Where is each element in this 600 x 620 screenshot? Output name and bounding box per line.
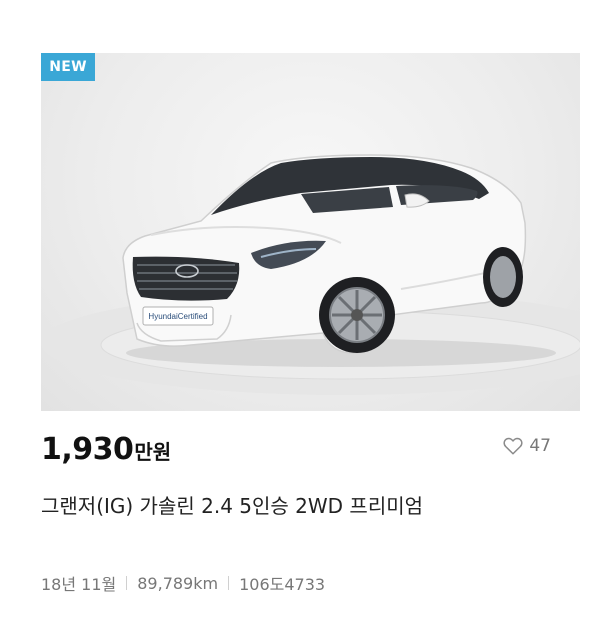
like-count: 47 [529,436,551,456]
price: 1,930 만원 [41,432,171,476]
car-listing-card[interactable]: HyundaiCertified NEW 1,930 만원 47 그랜저(IG)… [0,0,600,620]
car-photo[interactable]: HyundaiCertified [41,53,580,411]
car-title[interactable]: 그랜저(IG) 가솔린 2.4 5인승 2WD 프리미엄 [41,490,423,519]
price-unit: 만원 [134,440,172,464]
like-button[interactable]: 47 [503,436,551,456]
car-illustration: HyundaiCertified [41,154,580,395]
meta-divider [126,576,128,590]
heart-outline-icon [503,437,523,455]
meta-divider [228,576,230,590]
price-value: 1,930 [41,432,134,467]
car-meta: 18년 11월 89,789km 106도4733 [41,571,325,595]
registration-date: 18년 11월 [41,575,117,594]
plate-text: HyundaiCertified [148,312,207,321]
plate-number: 106도4733 [239,575,326,594]
new-badge: NEW [41,53,95,81]
mileage: 89,789km [137,573,219,593]
